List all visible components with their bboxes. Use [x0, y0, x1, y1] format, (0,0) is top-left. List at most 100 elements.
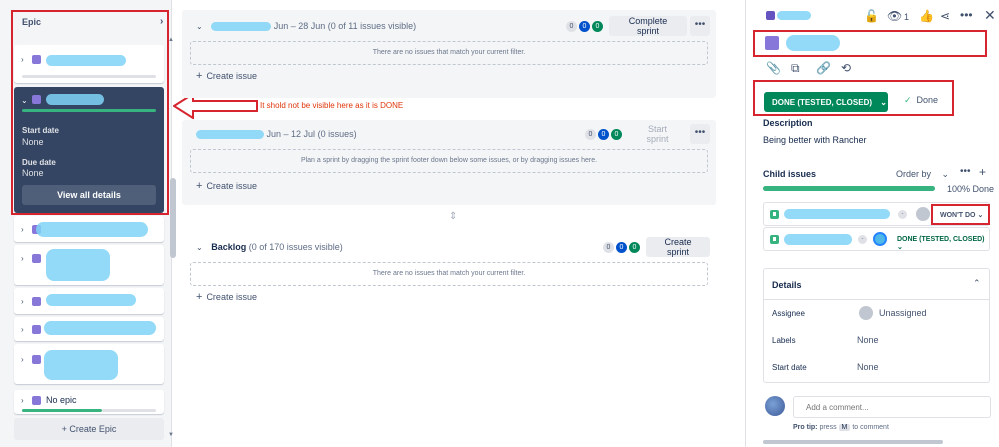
avatar[interactable]: [916, 207, 930, 221]
horizontal-scrollbar[interactable]: [763, 440, 943, 444]
chevron-right-icon[interactable]: ›: [21, 225, 24, 234]
create-issue-button[interactable]: + Create issue: [196, 70, 257, 82]
child-status-dropdown[interactable]: DONE (TESTED, CLOSED) ⌄: [897, 236, 989, 251]
watch-icon[interactable]: 👁: [887, 9, 902, 23]
annotation-highlight-status: [753, 80, 954, 116]
redacted-issue-key: [777, 11, 811, 20]
sprint-1: ⌄ Jun – 28 Jun (0 of 11 issues visible) …: [182, 10, 716, 98]
pro-tip: Pro tip: press M to comment: [793, 424, 889, 431]
start-sprint-button[interactable]: Start sprint: [628, 124, 687, 144]
create-epic-button[interactable]: + Create Epic: [14, 418, 164, 440]
annotation-text: It shold not be visible here as it is DO…: [260, 101, 404, 110]
epic-item[interactable]: ›: [14, 288, 164, 314]
labels-label: Labels: [772, 336, 796, 345]
priority-icon: -: [898, 210, 907, 219]
more-icon[interactable]: •••: [690, 16, 710, 36]
redacted-child-issue: [784, 209, 890, 219]
create-issue-button[interactable]: + Create issue: [196, 291, 257, 303]
avatar[interactable]: [873, 232, 887, 246]
avatar: [859, 306, 873, 320]
assignee-value[interactable]: Unassigned: [879, 308, 927, 318]
todo-count-badge: 0: [585, 129, 596, 140]
complete-sprint-button[interactable]: Complete sprint: [609, 16, 687, 36]
description-text[interactable]: Being better with Rancher: [763, 135, 867, 145]
redacted-sprint-name: [211, 22, 272, 32]
scroll-down-icon[interactable]: ▼: [168, 432, 174, 438]
plus-icon: +: [196, 180, 203, 192]
inprogress-count-badge: 0: [579, 21, 590, 32]
epic-color-icon: [32, 254, 41, 263]
chevron-right-icon[interactable]: ›: [21, 396, 24, 405]
sprint-1-dates: Jun – 28 Jun: [273, 21, 326, 31]
lock-icon[interactable]: 🔓: [864, 9, 879, 23]
chevron-right-icon[interactable]: ›: [21, 297, 24, 306]
add-child-icon[interactable]: +: [979, 165, 986, 179]
backlog-title[interactable]: ⌄ Backlog (0 of 170 issues visible): [196, 242, 343, 252]
pro-tip-bold: Pro tip:: [793, 424, 818, 431]
epic-color-icon: [32, 325, 41, 334]
create-issue-label: Create issue: [206, 71, 257, 81]
chevron-right-icon[interactable]: ›: [21, 355, 24, 364]
inprogress-count-badge: 0: [616, 242, 627, 253]
child-issue-icon[interactable]: ⧉: [791, 61, 800, 76]
done-count-badge: 0: [629, 242, 640, 253]
epic-color-icon: [32, 396, 41, 405]
thumbs-up-icon[interactable]: 👍: [919, 9, 934, 23]
todo-count-badge: 0: [603, 242, 614, 253]
attachment-icon[interactable]: 📎: [766, 61, 781, 75]
sprint-1-empty-state: There are no issues that match your curr…: [190, 41, 708, 65]
child-issues-label: Child issues: [763, 169, 817, 179]
epic-panel-scrollbar[interactable]: [170, 178, 176, 258]
epic-item[interactable]: ›: [14, 216, 164, 242]
redacted-epic-name: [44, 321, 156, 335]
assignee-label: Assignee: [772, 309, 805, 318]
epic-item-no-epic[interactable]: › No epic: [14, 390, 164, 414]
create-issue-button[interactable]: + Create issue: [196, 180, 257, 192]
plus-icon: +: [196, 70, 203, 82]
backlog-count: (0 of 170 issues visible): [248, 242, 343, 252]
details-divider: [764, 299, 989, 300]
more-icon[interactable]: •••: [960, 8, 973, 22]
more-icon[interactable]: •••: [960, 166, 971, 177]
sprint-2-empty-state: Plan a sprint by dragging the sprint foo…: [190, 149, 708, 173]
chevron-right-icon[interactable]: ›: [21, 254, 24, 263]
details-section: Details ⌃ Assignee Unassigned Labels Non…: [763, 268, 990, 383]
chevron-down-icon: ⌄: [941, 169, 950, 179]
pro-tip-text: press: [819, 424, 837, 431]
redacted-epic-name: [46, 249, 110, 281]
link-icon[interactable]: 🔗: [816, 61, 831, 75]
epic-item[interactable]: ›: [14, 317, 164, 341]
jira-backlog-screen: Epic › › ⌄ Start date None Due date None…: [0, 0, 999, 447]
watch-count: 1: [904, 12, 910, 22]
chevron-down-icon[interactable]: ⌄: [196, 22, 203, 31]
progress-text: 100% Done: [947, 184, 995, 194]
child-progress-fill: [763, 186, 935, 191]
epic-color-icon: [32, 355, 41, 364]
start-date-value[interactable]: None: [857, 362, 879, 372]
backlog: ⌄ Backlog (0 of 170 issues visible) 0 0 …: [182, 234, 716, 314]
sprint-2: Jun – 12 Jul (0 issues) 0 0 0 Start spri…: [182, 120, 716, 205]
sprint-2-title[interactable]: Jun – 12 Jul (0 issues): [196, 129, 357, 140]
close-icon[interactable]: ✕: [984, 7, 996, 24]
sprint-1-title[interactable]: ⌄ Jun – 28 Jun (0 of 11 issues visible): [196, 21, 416, 32]
description-label: Description: [763, 118, 813, 128]
todo-count-badge: 0: [566, 21, 577, 32]
epic-item[interactable]: ›: [14, 245, 164, 285]
epic-item[interactable]: ›: [14, 344, 164, 384]
pro-tip-suffix: to comment: [852, 424, 889, 431]
epic-color-icon: [32, 297, 41, 306]
more-icon[interactable]: •••: [690, 124, 710, 144]
chevron-up-icon[interactable]: ⌃: [973, 278, 981, 289]
order-by-label: Order by: [896, 169, 932, 179]
share-icon[interactable]: ⋖: [940, 9, 950, 23]
drag-handle-icon[interactable]: ⇕: [449, 211, 457, 222]
epic-type-icon: [766, 11, 775, 20]
comment-input[interactable]: [793, 396, 991, 418]
create-sprint-button[interactable]: Create sprint: [646, 237, 710, 257]
order-by-button[interactable]: Order by ⌄: [896, 169, 949, 180]
child-issue-row[interactable]: - DONE (TESTED, CLOSED) ⌄: [763, 227, 990, 251]
labels-value[interactable]: None: [857, 335, 879, 345]
app-icon[interactable]: ⟲: [841, 61, 851, 75]
chevron-down-icon[interactable]: ⌄: [196, 243, 203, 252]
chevron-right-icon[interactable]: ›: [21, 325, 24, 334]
